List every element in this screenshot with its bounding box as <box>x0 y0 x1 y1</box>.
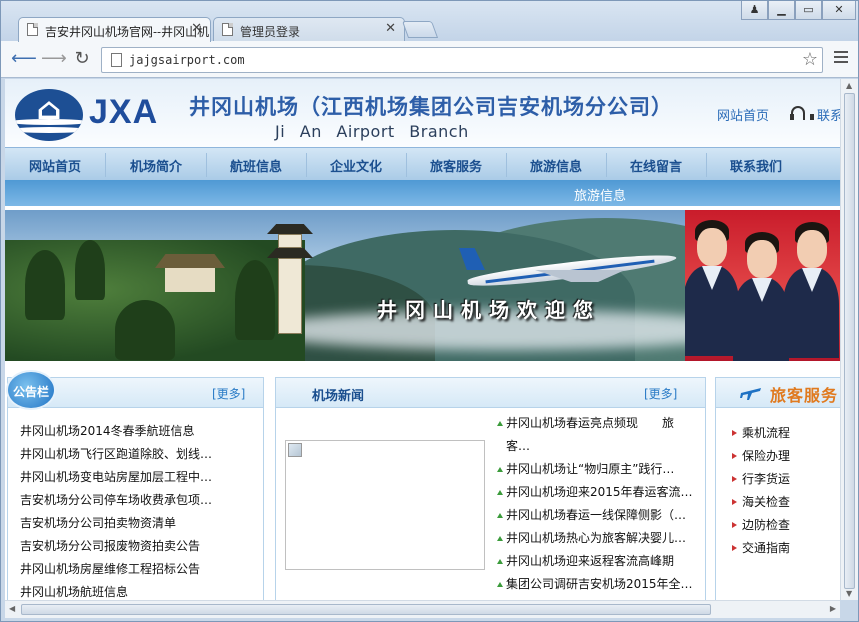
airport-news-header: 机场新闻 [更多] <box>276 378 705 408</box>
monument-image <box>267 224 313 334</box>
browser-toolbar: ⟵ ⟶ ↻ jajgsairport.com ☆ <box>1 41 858 78</box>
new-tab-button[interactable] <box>401 21 439 38</box>
site-title-en: Ji An Airport Branch <box>275 122 469 141</box>
news-item[interactable]: 井冈山机场春运一线保障侧影（… <box>496 504 694 527</box>
passenger-service-panel: 旅客服务 乘机流程 保险办理 行李货运 海关检查 边防检查 交通指南 <box>715 377 840 600</box>
scroll-left-arrow-icon[interactable]: ◀ <box>9 604 15 613</box>
airplane-image <box>455 248 695 291</box>
window-close-button[interactable]: ✕ <box>822 1 856 20</box>
sub-nav: 旅游信息 <box>5 180 840 206</box>
tab-title: 管理员登录 <box>240 25 301 39</box>
news-item[interactable]: 井冈山机场春运亮点频现 旅客… <box>496 412 694 458</box>
page-icon <box>222 23 233 36</box>
reload-icon[interactable]: ↻ <box>71 48 93 70</box>
notice-item[interactable]: 吉安机场分公司拍卖物资清单 <box>20 512 260 535</box>
nav-item-about[interactable]: 机场简介 <box>106 156 206 175</box>
service-list: 乘机流程 保险办理 行李货运 海关检查 边防检查 交通指南 <box>730 422 838 560</box>
scroll-up-arrow-icon[interactable]: ▲ <box>846 81 852 90</box>
nav-item-culture[interactable]: 企业文化 <box>306 156 406 175</box>
service-item[interactable]: 行李货运 <box>730 468 838 491</box>
vertical-scroll-thumb[interactable] <box>844 93 855 589</box>
notice-list: 井冈山机场2014冬春季航班信息 井冈山机场飞行区跑道除胶、划线… 井冈山机场变… <box>20 420 260 600</box>
notice-more-link[interactable]: [更多] <box>212 385 245 402</box>
notice-item[interactable]: 井冈山机场航班信息 <box>20 581 260 600</box>
sub-nav-item-travel-info[interactable]: 旅游信息 <box>574 185 626 204</box>
banner-welcome-text: 井冈山机场欢迎您 <box>377 298 601 322</box>
browser-window: 吉安井冈山机场官网--井冈山机 ✕ 管理员登录 ✕ ♟ ▁ ▭ ✕ ⟵ ⟶ ↻ … <box>0 0 859 622</box>
news-item[interactable]: 井冈山机场迎来2015年春运客流… <box>496 481 694 504</box>
maximize-button[interactable]: ▭ <box>795 1 822 20</box>
notice-item[interactable]: 井冈山机场2014冬春季航班信息 <box>20 420 260 443</box>
airport-logo-icon: ⌂ <box>15 89 83 141</box>
nav-item-message[interactable]: 在线留言 <box>606 156 706 175</box>
passenger-service-title: 旅客服务 <box>770 386 839 405</box>
header-link-contact[interactable]: 联系 <box>817 105 840 124</box>
page-viewport: ⌂ JXA 井冈山机场（江西机场集团公司吉安机场分公司） Ji An Airpo… <box>5 79 840 600</box>
close-icon[interactable]: ✕ <box>191 21 202 36</box>
headset-icon <box>790 106 814 120</box>
page-icon <box>111 53 122 67</box>
nav-item-travel-info[interactable]: 旅游信息 <box>506 156 606 175</box>
nav-item-flights[interactable]: 航班信息 <box>206 156 306 175</box>
url-text[interactable]: jajgsairport.com <box>129 53 245 67</box>
site-title-cn: 井冈山机场（江西机场集团公司吉安机场分公司） <box>189 94 673 119</box>
address-bar[interactable]: jajgsairport.com ☆ <box>101 47 823 73</box>
window-controls: ♟ ▁ ▭ ✕ <box>741 1 856 20</box>
news-list: 井冈山机场春运亮点频现 旅客… 井冈山机场让“物归原主”践行… 井冈山机场迎来2… <box>496 412 694 596</box>
news-image-placeholder[interactable] <box>285 440 485 570</box>
minimize-button[interactable]: ▁ <box>768 1 795 20</box>
news-item[interactable]: 井冈山机场迎来返程客流高峰期 <box>496 550 694 573</box>
header-link-home[interactable]: 网站首页 <box>717 105 769 124</box>
notice-item[interactable]: 井冈山机场房屋维修工程招标公告 <box>20 558 260 581</box>
logo-text: JXA <box>89 93 159 131</box>
welcome-banner: 井冈山机场欢迎您 <box>5 210 840 361</box>
tab-admin-login[interactable]: 管理员登录 ✕ <box>213 17 405 42</box>
vertical-scrollbar[interactable]: ▲ ▼ <box>840 79 858 600</box>
service-item[interactable]: 保险办理 <box>730 445 838 468</box>
service-item[interactable]: 海关检查 <box>730 491 838 514</box>
notice-board-header: 公告栏 [更多] <box>6 370 263 410</box>
broken-image-icon <box>288 443 302 457</box>
flight-attendants-image <box>685 210 840 361</box>
nav-item-passenger-service[interactable]: 旅客服务 <box>406 156 506 175</box>
notice-item[interactable]: 吉安机场分公司报废物资拍卖公告 <box>20 535 260 558</box>
page-icon <box>27 23 38 36</box>
horizontal-scroll-thumb[interactable] <box>21 604 711 615</box>
tab-strip: 吉安井冈山机场官网--井冈山机 ✕ 管理员登录 ✕ ♟ ▁ ▭ ✕ <box>1 1 858 42</box>
hall-building-image <box>155 254 225 294</box>
back-arrow-icon[interactable]: ⟵ <box>11 48 37 70</box>
airport-news-title: 机场新闻 <box>312 389 365 404</box>
passenger-service-header: 旅客服务 <box>716 378 840 408</box>
airplane-icon <box>740 388 761 400</box>
airport-news-panel: 机场新闻 [更多] 井冈山机场春运亮点频现 旅客… 井冈山机场让“物归原主”践行… <box>275 377 706 600</box>
news-item[interactable]: 集团公司调研吉安机场2015年全… <box>496 573 694 596</box>
notice-board-panel: 公告栏 [更多] 井冈山机场2014冬春季航班信息 井冈山机场飞行区跑道除胶、划… <box>6 370 264 600</box>
news-more-link[interactable]: [更多] <box>644 385 677 402</box>
star-icon[interactable]: ☆ <box>802 49 818 70</box>
news-item[interactable]: 井冈山机场热心为旅客解决婴儿… <box>496 527 694 550</box>
main-nav: 网站首页 机场简介 航班信息 企业文化 旅客服务 旅游信息 在线留言 联系我们 <box>5 147 840 180</box>
notice-item[interactable]: 井冈山机场飞行区跑道除胶、划线… <box>20 443 260 466</box>
close-icon[interactable]: ✕ <box>385 21 396 36</box>
site-header: ⌂ JXA 井冈山机场（江西机场集团公司吉安机场分公司） Ji An Airpo… <box>5 79 840 147</box>
scroll-right-arrow-icon[interactable]: ▶ <box>830 604 836 613</box>
nav-item-contact[interactable]: 联系我们 <box>706 156 806 175</box>
service-item[interactable]: 交通指南 <box>730 537 838 560</box>
service-item[interactable]: 乘机流程 <box>730 422 838 445</box>
tab-airport-home[interactable]: 吉安井冈山机场官网--井冈山机 ✕ <box>18 17 211 42</box>
service-item[interactable]: 边防检查 <box>730 514 838 537</box>
forward-arrow-icon[interactable]: ⟶ <box>41 48 67 70</box>
scroll-down-arrow-icon[interactable]: ▼ <box>846 589 852 598</box>
nav-item-home[interactable]: 网站首页 <box>5 156 105 175</box>
horizontal-scrollbar[interactable]: ◀ ▶ <box>5 600 840 618</box>
hamburger-menu-icon[interactable] <box>834 51 848 65</box>
notice-item[interactable]: 井冈山机场变电站房屋加层工程中… <box>20 466 260 489</box>
notice-item[interactable]: 吉安机场分公司停车场收费承包项… <box>20 489 260 512</box>
user-icon[interactable]: ♟ <box>741 1 768 20</box>
news-item[interactable]: 井冈山机场让“物归原主”践行… <box>496 458 694 481</box>
tab-title: 吉安井冈山机场官网--井冈山机 <box>45 25 210 39</box>
notice-board-badge: 公告栏 <box>6 370 56 410</box>
